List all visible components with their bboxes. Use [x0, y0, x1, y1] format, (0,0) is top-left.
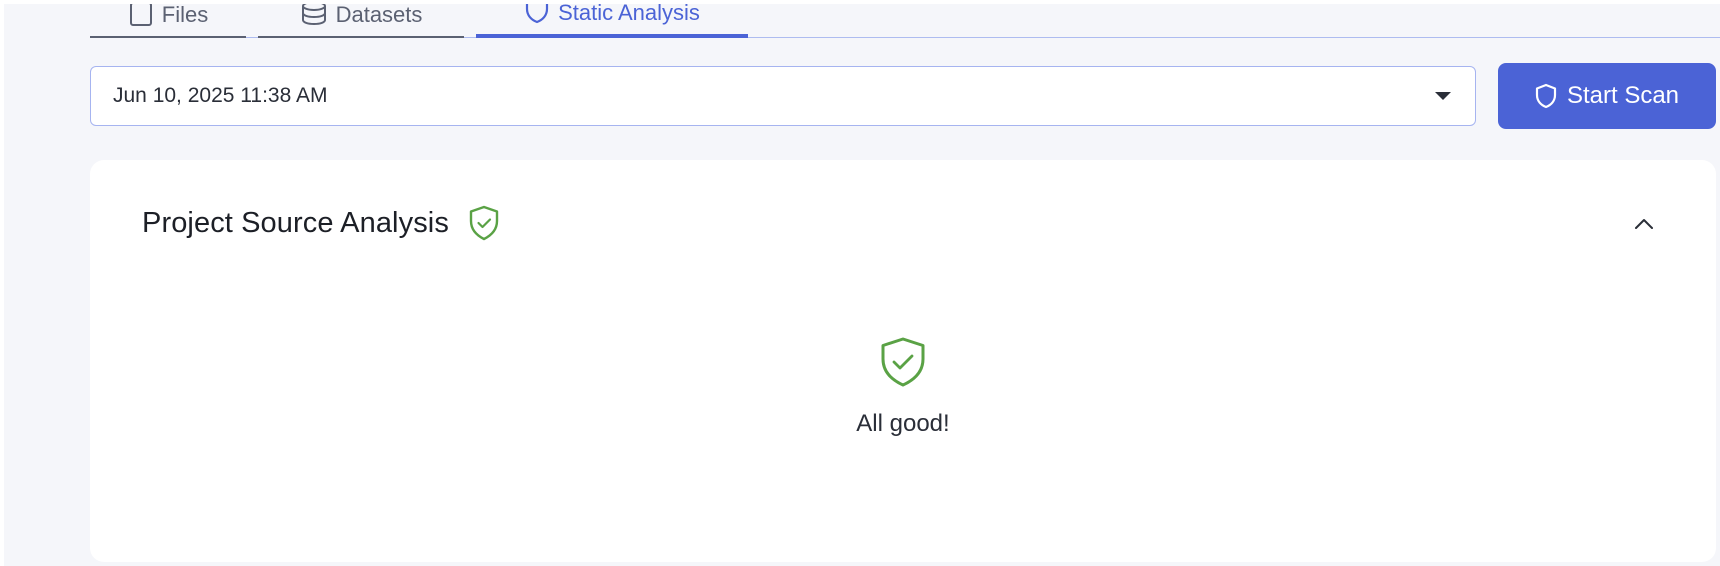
database-icon — [300, 4, 328, 26]
tab-static-analysis-label: Static Analysis — [558, 4, 700, 25]
caret-down-icon — [1435, 92, 1451, 100]
start-scan-button[interactable]: Start Scan — [1498, 63, 1716, 129]
start-scan-label: Start Scan — [1566, 82, 1680, 109]
source-analysis-card: Project Source Analysis All good! — [90, 160, 1716, 562]
collapse-button[interactable] — [1628, 208, 1660, 240]
tab-bar: Files Datasets Static Analysis — [90, 4, 1720, 38]
empty-state: All good! — [90, 336, 1716, 438]
page: Files Datasets Static Analysis Jun 10, 2… — [4, 4, 1720, 566]
shield-icon — [524, 4, 550, 24]
scan-date-value: Jun 10, 2025 11:38 AM — [113, 84, 328, 107]
scan-date-select[interactable]: Jun 10, 2025 11:38 AM — [90, 66, 1476, 126]
tab-files[interactable]: Files — [90, 4, 246, 38]
shield-icon — [1535, 83, 1557, 109]
file-icon — [128, 4, 154, 26]
card-title: Project Source Analysis — [142, 206, 449, 239]
empty-state-message: All good! — [856, 410, 950, 437]
chevron-up-icon — [1633, 217, 1655, 231]
shield-check-icon — [467, 204, 501, 242]
tab-static-analysis[interactable]: Static Analysis — [476, 4, 748, 38]
tab-datasets[interactable]: Datasets — [258, 4, 464, 38]
tab-datasets-label: Datasets — [335, 4, 423, 27]
card-header: Project Source Analysis — [142, 204, 501, 242]
tab-files-label: Files — [161, 4, 209, 27]
shield-check-icon — [878, 336, 928, 388]
